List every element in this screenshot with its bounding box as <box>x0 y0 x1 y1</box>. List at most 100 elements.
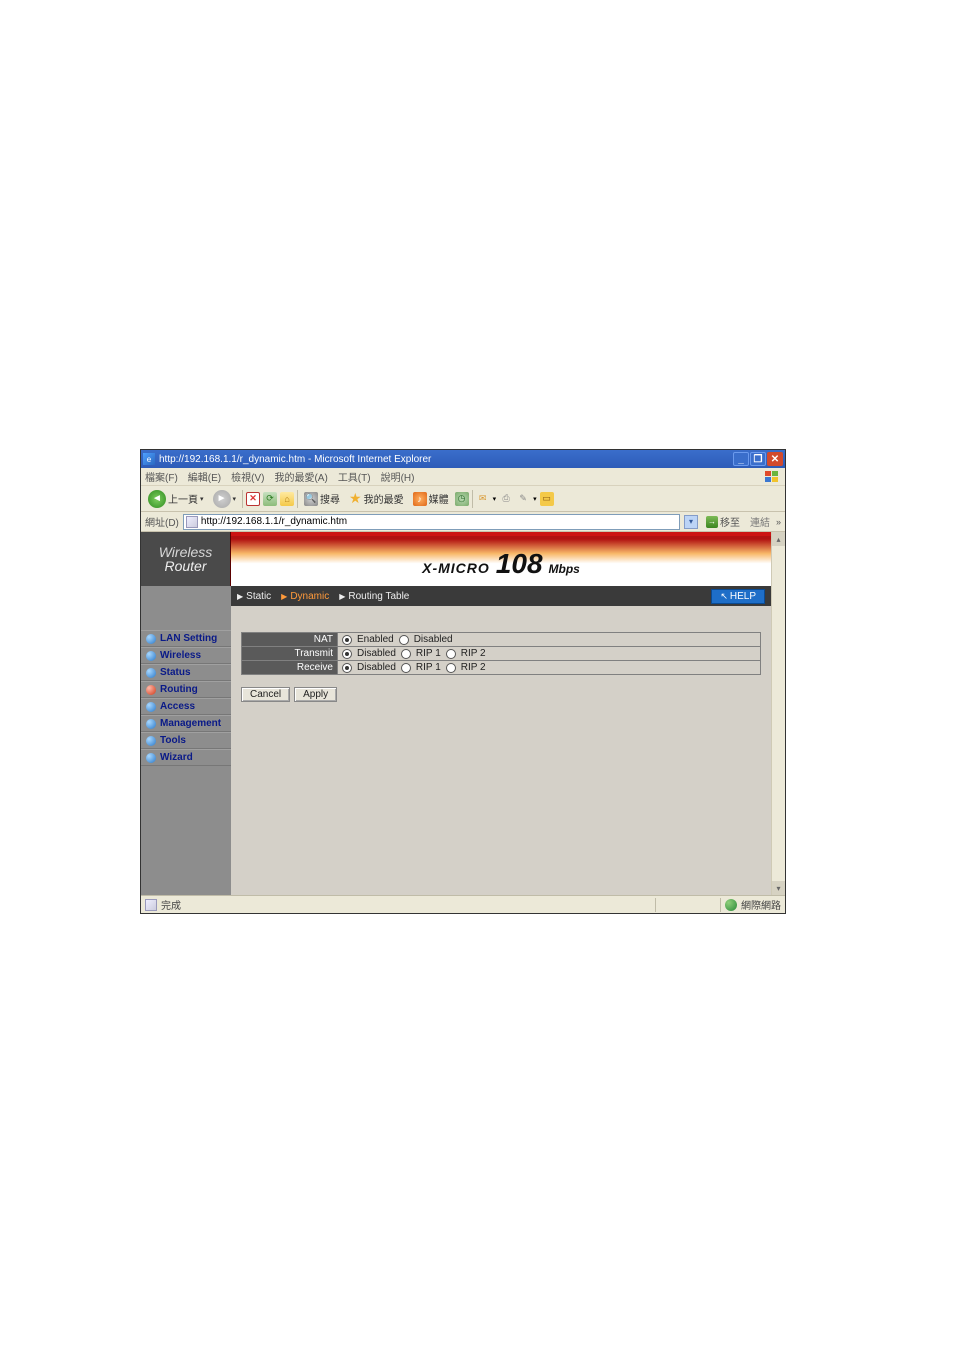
go-label: 移至 <box>720 514 740 529</box>
divider <box>655 898 656 912</box>
radio-receive-rip1[interactable] <box>401 663 411 673</box>
address-url: http://192.168.1.1/r_dynamic.htm <box>201 516 677 527</box>
bullet-icon <box>146 685 156 695</box>
menu-view[interactable]: 檢視(V) <box>231 469 264 484</box>
tab-dynamic[interactable]: ▶ Dynamic <box>281 591 329 602</box>
help-button[interactable]: ↖ HELP <box>711 589 765 604</box>
go-button[interactable]: → 移至 <box>702 514 744 530</box>
refresh-icon[interactable]: ⟳ <box>263 492 277 506</box>
forward-button[interactable]: ► ▾ <box>210 489 240 509</box>
dropdown-icon: ▾ <box>533 495 537 503</box>
cancel-button[interactable]: Cancel <box>241 687 290 702</box>
apply-button[interactable]: Apply <box>294 687 337 702</box>
sidebar-item-status[interactable]: Status <box>141 664 231 681</box>
bullet-icon <box>146 736 156 746</box>
radio-nat-disabled[interactable] <box>399 635 409 645</box>
banner-router: Router <box>164 559 206 573</box>
arrow-right-icon: ► <box>213 490 231 508</box>
sidebar-item-lan-setting[interactable]: LAN Setting <box>141 630 231 647</box>
sidebar-item-routing[interactable]: Routing <box>141 681 231 698</box>
banner-left: Wireless Router <box>141 532 231 586</box>
sidebar-item-label: Wizard <box>160 752 193 763</box>
dropdown-icon: ▾ <box>233 495 237 503</box>
radio-receive-disabled[interactable] <box>342 663 352 673</box>
brand: X-MICRO 108 Mbps <box>422 548 580 580</box>
sidebar-item-management[interactable]: Management <box>141 715 231 732</box>
menubar: 檔案(F) 編輯(E) 檢視(V) 我的最愛(A) 工具(T) 說明(H) <box>141 468 785 486</box>
stop-icon[interactable]: ✕ <box>246 492 260 506</box>
receive-cell: Disabled RIP 1 RIP 2 <box>338 661 761 675</box>
brand-108: 108 <box>496 548 543 580</box>
radio-label: RIP 2 <box>461 662 486 673</box>
print-icon[interactable]: ⎙ <box>499 492 513 506</box>
edit-icon[interactable]: ✎ <box>516 492 530 506</box>
menu-favorites[interactable]: 我的最愛(A) <box>274 469 327 484</box>
menu-tools[interactable]: 工具(T) <box>338 469 371 484</box>
menu-edit[interactable]: 編輯(E) <box>188 469 221 484</box>
windows-flag-icon <box>763 468 781 486</box>
scroll-up-icon[interactable]: ▴ <box>772 532 785 546</box>
favorites-label: 我的最愛 <box>364 491 404 506</box>
sidebar-item-label: Status <box>160 667 191 678</box>
radio-label: RIP 2 <box>461 648 486 659</box>
separator <box>242 490 243 508</box>
chevron-right-icon[interactable]: » <box>776 517 781 527</box>
back-button[interactable]: ◄ 上一頁 ▾ <box>145 489 207 509</box>
page-icon <box>145 899 157 911</box>
browser-window: e http://192.168.1.1/r_dynamic.htm - Mic… <box>140 449 786 914</box>
links-label[interactable]: 連結 <box>748 514 772 529</box>
mail-icon[interactable]: ✉ <box>476 492 490 506</box>
research-icon[interactable]: ▭ <box>540 492 554 506</box>
tab-routing-table[interactable]: ▶ Routing Table <box>339 591 409 602</box>
tab-static[interactable]: ▶ Static <box>237 591 271 602</box>
status-done: 完成 <box>161 897 181 912</box>
radio-receive-rip2[interactable] <box>446 663 456 673</box>
table-row: Transmit Disabled RIP 1 RIP 2 <box>242 647 761 661</box>
divider <box>720 898 721 912</box>
dropdown-icon: ▾ <box>493 495 497 503</box>
sidebar-item-access[interactable]: Access <box>141 698 231 715</box>
sidebar-item-tools[interactable]: Tools <box>141 732 231 749</box>
brand-mbps: Mbps <box>549 562 580 576</box>
menu-file[interactable]: 檔案(F) <box>145 469 178 484</box>
star-icon: ★ <box>349 490 362 507</box>
sidebar-item-wireless[interactable]: Wireless <box>141 647 231 664</box>
close-button[interactable]: ✕ <box>767 452 783 466</box>
search-button[interactable]: 🔍 搜尋 <box>301 489 343 509</box>
triangle-icon: ▶ <box>281 592 287 601</box>
content-area: Wireless Router X-MICRO 108 Mbps LAN S <box>141 532 785 895</box>
media-label: 媒體 <box>429 491 449 506</box>
address-input[interactable]: http://192.168.1.1/r_dynamic.htm <box>183 514 680 530</box>
sidebar-item-wizard[interactable]: Wizard <box>141 749 231 766</box>
radio-label: Enabled <box>357 634 394 645</box>
favorites-button[interactable]: ★ 我的最愛 <box>346 489 407 509</box>
banner-wireless: Wireless <box>159 545 213 559</box>
sidebar-item-label: Access <box>160 701 195 712</box>
radio-transmit-rip1[interactable] <box>401 649 411 659</box>
scrollbar[interactable]: ▴ ▾ <box>771 532 785 895</box>
sidebar-item-label: Wireless <box>160 650 201 661</box>
address-label: 網址(D) <box>145 514 179 529</box>
radio-nat-enabled[interactable] <box>342 635 352 645</box>
separator <box>297 490 298 508</box>
tab-label: Dynamic <box>290 591 329 602</box>
separator <box>472 490 473 508</box>
radio-transmit-rip2[interactable] <box>446 649 456 659</box>
nat-label: NAT <box>242 633 338 647</box>
nat-cell: Enabled Disabled <box>338 633 761 647</box>
statusbar: 完成 網際網路 <box>141 895 785 913</box>
maximize-button[interactable]: ❐ <box>750 452 766 466</box>
sidebar-item-label: Tools <box>160 735 186 746</box>
cursor-icon: ↖ <box>720 591 728 602</box>
menu-help[interactable]: 說明(H) <box>381 469 415 484</box>
radio-transmit-disabled[interactable] <box>342 649 352 659</box>
history-icon[interactable]: ◷ <box>455 492 469 506</box>
minimize-button[interactable]: _ <box>733 452 749 466</box>
media-button[interactable]: ♪ 媒體 <box>410 489 452 509</box>
radio-label: Disabled <box>357 648 396 659</box>
scroll-down-icon[interactable]: ▾ <box>772 881 785 895</box>
home-icon[interactable]: ⌂ <box>280 492 294 506</box>
toolbar: ◄ 上一頁 ▾ ► ▾ ✕ ⟳ ⌂ 🔍 搜尋 ★ 我的最愛 ♪ 媒體 ◷ ✉ ▾… <box>141 486 785 512</box>
address-dropdown-icon[interactable]: ▾ <box>684 515 698 529</box>
config-table: NAT Enabled Disabled <box>241 632 761 675</box>
